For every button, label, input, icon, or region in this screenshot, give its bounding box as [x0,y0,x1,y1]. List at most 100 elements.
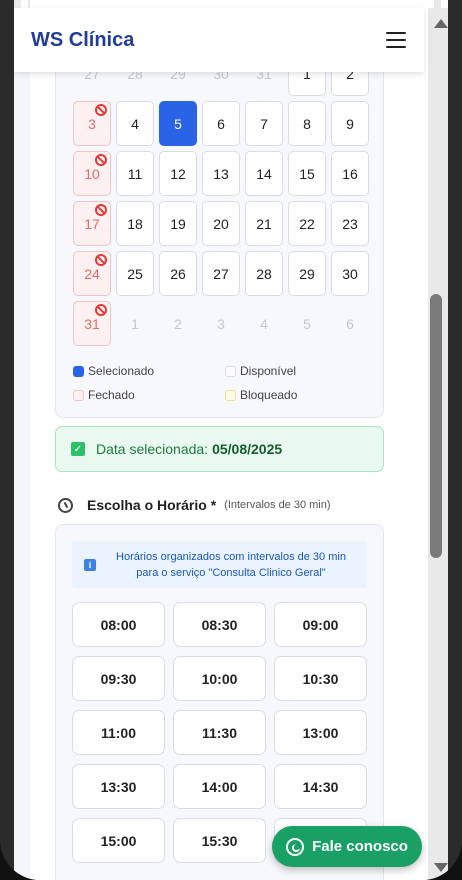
legend-selected: Selecionado [73,364,154,378]
swatch-blocked [225,389,236,401]
calendar-day-label: 30 [342,265,358,282]
scrollbar[interactable] [428,8,448,880]
calendar-day-label: 11 [127,165,143,182]
calendar-day[interactable]: 19 [159,201,197,246]
time-slot-button[interactable]: 08:30 [173,602,266,647]
calendar-day-label: 13 [213,165,229,182]
calendar-day[interactable]: 29 [288,251,326,296]
calendar-day[interactable]: 21 [245,201,283,246]
calendar-day: 3 [202,301,240,346]
calendar-day-label: 18 [127,215,143,232]
calendar-day[interactable]: 9 [331,101,369,146]
calendar-day[interactable]: 15 [288,151,326,196]
legend-label: Selecionado [88,364,155,378]
calendar-day[interactable]: 14 [245,151,283,196]
time-slot-button[interactable]: 13:30 [72,764,165,809]
screen: WS Clínica 27 28 29 30 31 1 2 3 4 5 6 7 8 9 10 11 12 13 14… [14,0,448,880]
calendar-day[interactable]: 30 [331,251,369,296]
time-slot-button[interactable]: 14:30 [274,764,367,809]
calendar-day-label: 1 [131,315,139,332]
calendar-day[interactable]: 12 [159,151,197,196]
time-slot-button[interactable]: 09:30 [72,656,165,701]
calendar-day-label: 5 [303,315,311,332]
calendar-day: 24 [73,251,111,296]
calendar-day: 31 [73,301,111,346]
calendar-day-label: 4 [131,115,139,132]
time-slot-button[interactable]: 15:30 [173,818,266,863]
calendar-day-label: 28 [256,265,272,282]
scroll-thumb[interactable] [430,294,442,558]
calendar-day-label: 24 [84,265,100,282]
contact-button[interactable]: Fale conosco [272,826,422,867]
closed-ban-icon [95,254,107,266]
calendar-day: 3 [73,101,111,146]
time-slot-button[interactable]: 13:00 [274,710,367,755]
menu-icon[interactable] [386,32,406,48]
legend-label: Bloqueado [240,388,298,402]
calendar-day: 1 [116,301,154,346]
calendar-day-label: 14 [256,165,272,182]
calendar-day-label: 6 [217,115,225,132]
calendar-day[interactable]: 18 [116,201,154,246]
legend-closed: Fechado [73,388,135,402]
legend-label: Disponível [240,364,297,378]
closed-ban-icon [95,104,107,116]
clock-icon [58,497,73,513]
calendar-day[interactable]: 23 [331,201,369,246]
calendar-day: 5 [288,301,326,346]
app-header: WS Clínica [14,8,424,72]
time-slot-button[interactable]: 11:00 [72,710,165,755]
scroll-down-icon[interactable] [434,863,448,872]
calendar-day: 10 [73,151,111,196]
calendar-day-label: 6 [346,315,354,332]
time-slot-button[interactable]: 11:30 [173,710,266,755]
calendar-day-label: 29 [299,265,315,282]
time-slot-button[interactable]: 08:00 [72,602,165,647]
calendar-day-label: 3 [88,115,96,132]
contact-label: Fale conosco [312,838,408,855]
device-frame: WS Clínica 27 28 29 30 31 1 2 3 4 5 6 7 8 9 10 11 12 13 14… [0,0,462,880]
calendar-day[interactable]: 22 [288,201,326,246]
calendar-day: 6 [331,301,369,346]
calendar-day[interactable]: 11 [116,151,154,196]
calendar-day-label: 26 [170,265,186,282]
scroll-up-icon[interactable] [434,19,448,28]
time-section-title: Escolha o Horário * (Intervalos de 30 mi… [58,497,331,513]
calendar-day[interactable]: 26 [159,251,197,296]
brand-logo[interactable]: WS Clínica [31,29,134,52]
calendar-day[interactable]: 7 [245,101,283,146]
time-slot-button[interactable]: 14:00 [173,764,266,809]
time-title-text: Escolha o Horário * [87,497,217,513]
calendar-card: 27 28 29 30 31 1 2 3 4 5 6 7 8 9 10 11 12 13 14 15 16 17 18 19 2… [55,40,384,418]
calendar-day[interactable]: 27 [202,251,240,296]
calendar-day[interactable]: 28 [245,251,283,296]
calendar-day: 17 [73,201,111,246]
page-content: 27 28 29 30 31 1 2 3 4 5 6 7 8 9 10 11 12 13 14 15 16 17 18 19 2… [30,0,428,880]
calendar-day[interactable]: 20 [202,201,240,246]
calendar-day[interactable]: 4 [116,101,154,146]
time-slot-button[interactable]: 09:00 [274,602,367,647]
calendar-day[interactable]: 5 [159,101,197,146]
legend-blocked: Bloqueado [225,388,297,402]
calendar-day[interactable]: 25 [116,251,154,296]
calendar-day-label: 2 [174,315,182,332]
time-slot-button[interactable]: 10:30 [274,656,367,701]
calendar-day-label: 27 [213,265,229,282]
calendar-day-label: 3 [217,315,225,332]
whatsapp-icon [286,837,305,856]
time-slot-button[interactable]: 10:00 [173,656,266,701]
time-slot-button[interactable]: 15:00 [72,818,165,863]
calendar-day[interactable]: 16 [331,151,369,196]
calendar-grid: 27 28 29 30 31 1 2 3 4 5 6 7 8 9 10 11 12 13 14 15 16 17 18 19 2… [73,51,369,346]
calendar-day[interactable]: 6 [202,101,240,146]
calendar-day: 4 [245,301,283,346]
legend-available: Disponível [225,364,296,378]
closed-ban-icon [95,304,107,316]
swatch-available [225,365,236,377]
calendar-day[interactable]: 13 [202,151,240,196]
swatch-closed [73,389,84,401]
calendar-day-label: 15 [299,165,315,182]
calendar-day[interactable]: 8 [288,101,326,146]
time-slot-grid: 08:00 08:30 09:00 09:30 10:00 10:30 11:00 11:30… [72,602,367,863]
check-icon: ✓ [71,442,85,456]
